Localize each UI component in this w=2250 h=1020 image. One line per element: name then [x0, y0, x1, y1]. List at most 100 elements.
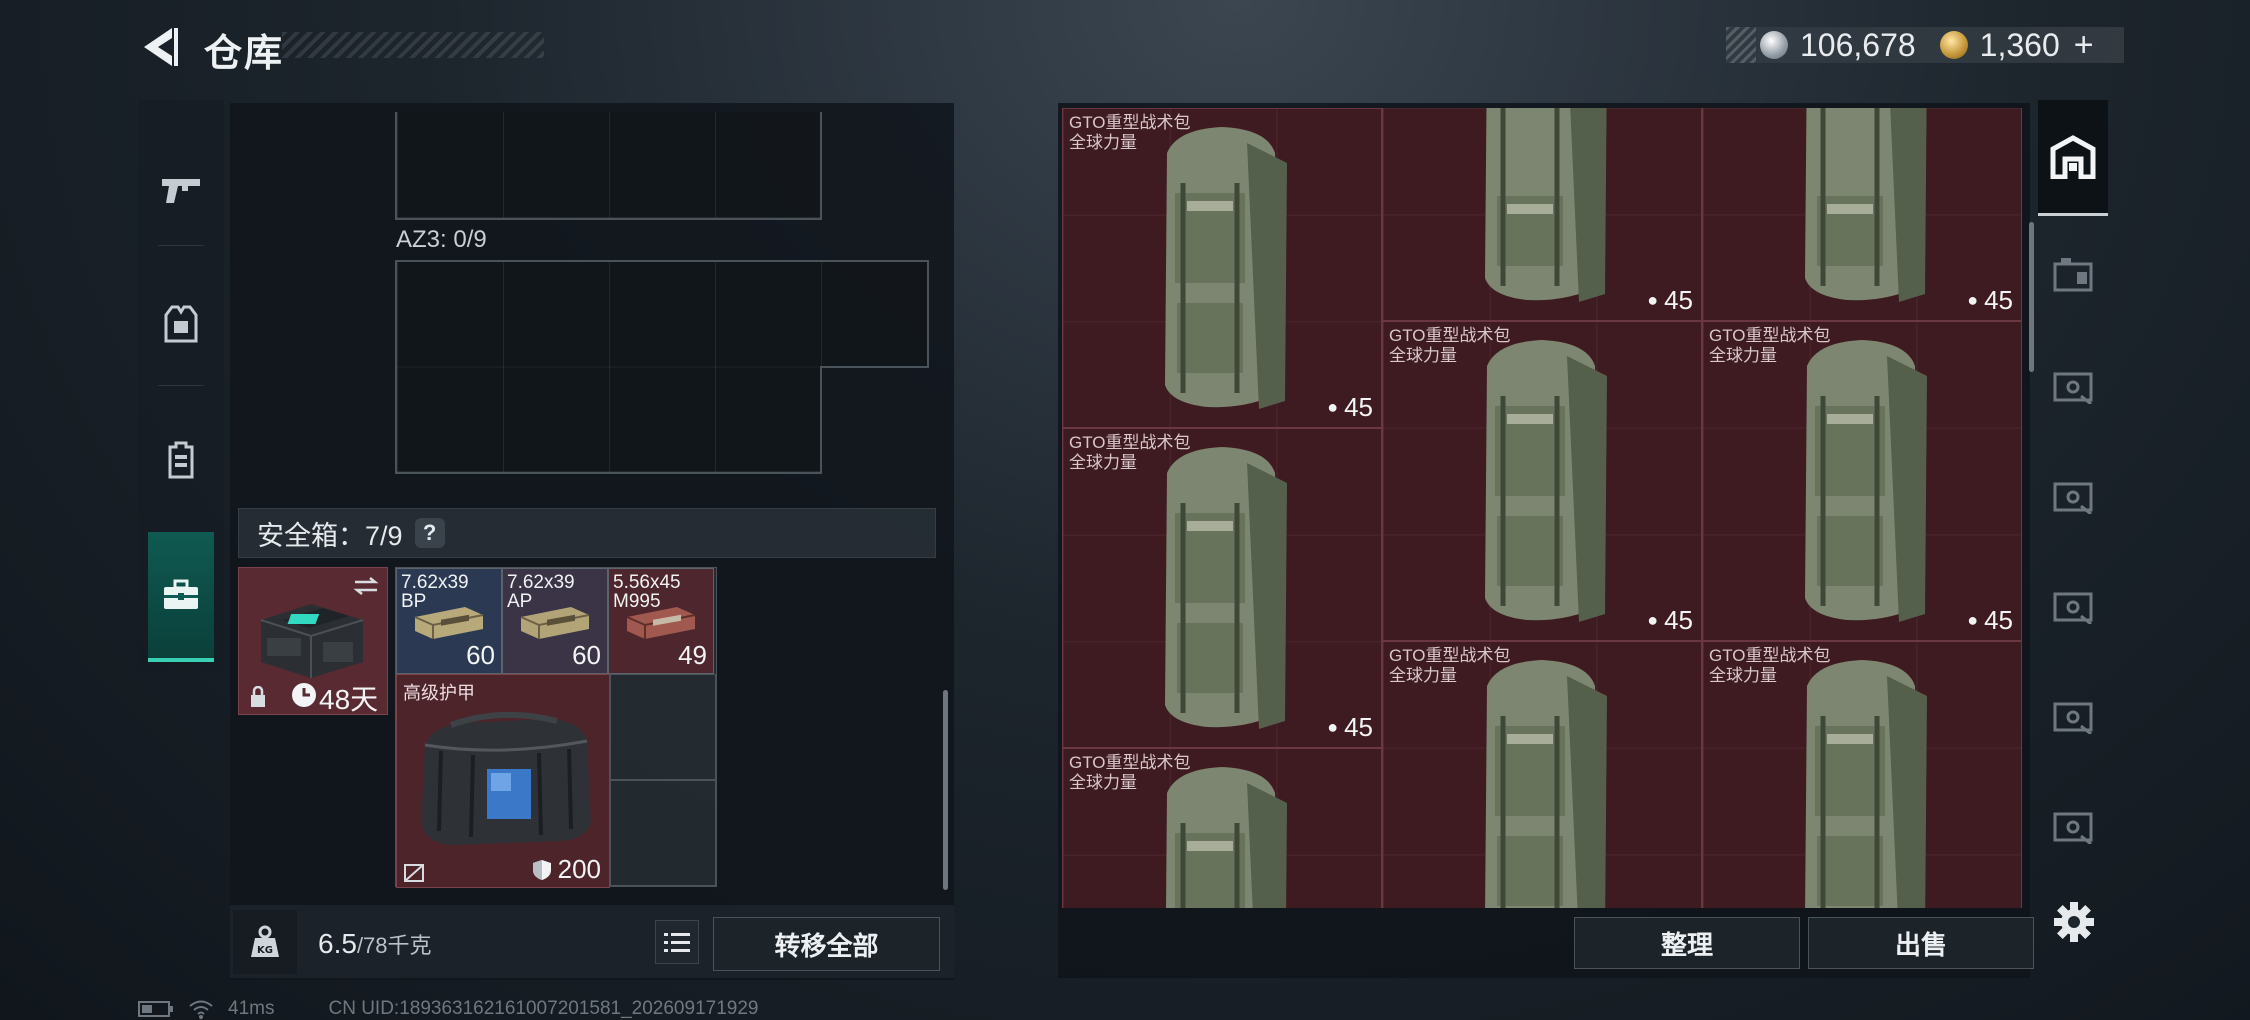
safe-box-grid[interactable]: 7.62x39 BP 60 7.62x39 AP 60 5.56x45 M995… [395, 567, 717, 888]
vest-icon [164, 305, 198, 343]
case-icon [2053, 482, 2093, 514]
safe-box-header: 安全箱：7/9 ? [238, 508, 936, 558]
settings-gear-icon[interactable] [2052, 900, 2096, 944]
svg-text:KG: KG [257, 945, 273, 956]
armor-item[interactable]: 高级护甲 200 [396, 674, 610, 888]
weight-small-icon: ● [1967, 610, 1979, 630]
secure-case-icon [260, 604, 364, 678]
tab-stash-page[interactable] [2038, 774, 2108, 874]
tab-secure-container[interactable] [148, 532, 214, 662]
empty-slot[interactable] [610, 780, 716, 886]
armor-label: 高级护甲 [403, 683, 475, 703]
status-bar: 41ms CN UID:189363162161007201581_202609… [138, 998, 758, 1020]
az3-grid-row2[interactable] [395, 366, 822, 474]
ammo-item[interactable]: 5.56x45 M995 49 [608, 568, 714, 674]
backpack-icon [1485, 340, 1607, 622]
tab-stash-page[interactable] [2038, 444, 2108, 544]
weight-small-icon: ● [1967, 290, 1979, 310]
ammo-count: 60 [466, 640, 495, 670]
weight-icon: KG [251, 925, 279, 957]
back-icon[interactable] [138, 24, 180, 70]
tab-stash-page[interactable] [2038, 554, 2108, 654]
backpack-item[interactable]: ● 45 [1702, 108, 2022, 321]
page-title: 仓库 [204, 33, 285, 75]
tab-stash-page[interactable] [2038, 664, 2108, 764]
backpack-icon [1805, 340, 1927, 622]
gold-amount: 1,360 [1979, 26, 2060, 63]
warehouse-icon [2050, 134, 2096, 179]
az3-label: AZ3: 0/9 [396, 226, 487, 253]
storage-grid-upper[interactable] [395, 112, 822, 220]
ammo-item[interactable]: 7.62x39 BP 60 [396, 568, 502, 674]
backpack-icon [1165, 447, 1287, 729]
backpack-icon [1485, 660, 1607, 908]
shield-icon [532, 859, 551, 880]
secure-container-slot[interactable]: 48天 [238, 567, 388, 715]
backpack-item[interactable]: ● 45 [1382, 108, 1702, 321]
tab-stash-main[interactable] [2038, 100, 2108, 216]
stash-grid[interactable]: GTO重型战术包 全球力量 ● 45 GTO重型战术包 全球力量 ● 45 GTO重… [1062, 108, 2022, 908]
silver-coin-icon [1760, 31, 1788, 59]
backpack-item[interactable]: GTO重型战术包 全球力量 [1702, 641, 2022, 908]
backpack-item[interactable]: GTO重型战术包 全球力量 ● 45 [1702, 321, 2022, 641]
lock-icon [251, 686, 265, 707]
backpack-icon [1166, 767, 1287, 908]
tab-stash-page[interactable] [2038, 334, 2108, 434]
tab-divider [158, 245, 204, 246]
ammo-box-icon [414, 607, 484, 639]
swap-icon[interactable] [351, 576, 381, 596]
backpack-item[interactable]: GTO重型战术包 全球力量 ● 45 [1382, 321, 1702, 641]
currency-decoration [1726, 27, 1756, 63]
tab-divider [158, 385, 204, 386]
stash-scrollbar[interactable] [2029, 222, 2034, 372]
backpack-item[interactable]: GTO重型战术包 全球力量 [1062, 748, 1382, 908]
az3-grid-row1[interactable] [395, 260, 929, 368]
backpack-item[interactable]: GTO重型战术包 全球力量 ● 45 [1062, 108, 1382, 428]
container-expiry: 48天 [319, 684, 379, 715]
tab-stash-page[interactable] [2038, 224, 2108, 324]
ammo-count: 60 [572, 640, 601, 670]
wifi-icon [189, 1000, 213, 1019]
tab-weapons[interactable] [138, 140, 224, 240]
no-repair-icon [404, 864, 424, 882]
weight-small-icon: ● [1327, 397, 1339, 417]
pistol-icon [162, 179, 200, 203]
tab-armor[interactable] [138, 270, 224, 380]
list-icon [664, 933, 690, 952]
title-decoration [282, 32, 544, 58]
transfer-all-button[interactable]: 转移全部 [713, 917, 940, 971]
empty-slot[interactable] [610, 674, 716, 780]
battery-icon [138, 1001, 173, 1017]
briefcase-icon [164, 579, 198, 609]
left-scrollbar[interactable] [943, 690, 948, 890]
item-capacity: 45 [1344, 712, 1373, 742]
add-currency-button[interactable]: + [2074, 26, 2094, 65]
case-icon [2053, 372, 2093, 404]
tab-backpacks[interactable] [138, 405, 224, 515]
ammo-box-icon [520, 607, 590, 639]
silver-amount: 106,678 [1800, 26, 1916, 63]
uid-text: CN UID:189363162161007201581_20260917192… [328, 998, 759, 1019]
help-button[interactable]: ? [414, 518, 445, 548]
backpack-item[interactable]: GTO重型战术包 全球力量 ● 45 [1062, 428, 1382, 748]
gold-coin-icon [1939, 31, 1968, 59]
weight-small-icon: ● [1327, 717, 1339, 737]
case-icon [2053, 812, 2093, 844]
ping-text: 41ms [228, 998, 275, 1019]
currency-bar: 106,678 1,360 + [1726, 26, 2124, 65]
sort-button[interactable]: 整理 [1574, 917, 1800, 969]
weight-current: 6.5 [318, 928, 357, 959]
ammo-item[interactable]: 7.62x39 AP 60 [502, 568, 608, 674]
backpack-icon [168, 441, 194, 479]
backpack-icon [1805, 660, 1927, 908]
ammo-count: 49 [678, 640, 707, 670]
list-view-button[interactable] [655, 920, 699, 964]
backpack-item[interactable]: GTO重型战术包 全球力量 [1382, 641, 1702, 908]
safe-box-label: 安全箱：7/9 [257, 520, 403, 551]
armor-bag-icon [421, 711, 591, 845]
case-icon [2053, 258, 2093, 292]
item-capacity: 45 [1984, 605, 2013, 635]
sell-button[interactable]: 出售 [1808, 917, 2034, 969]
ammo-box-icon [626, 607, 696, 639]
item-capacity: 45 [1664, 605, 1693, 635]
